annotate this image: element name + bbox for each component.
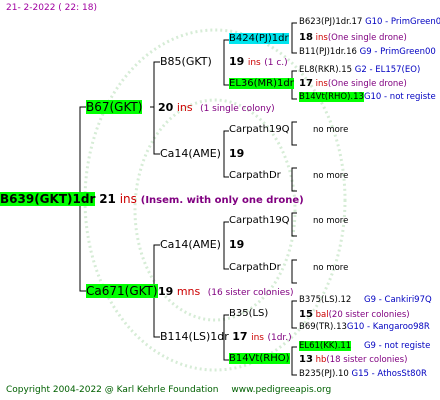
- gen2-num: 19: [229, 55, 245, 68]
- gen2-note: (1dr.): [267, 333, 292, 343]
- connector-gen3-8: [291, 346, 297, 376]
- connector-gen3-6: [291, 259, 297, 284]
- gen4-queen: EL61(KK).11: [299, 341, 352, 351]
- gen4-line2-4: B235(PJ).10 G15 - AthosSt80R: [299, 370, 427, 379]
- gen2-num-2: 19: [229, 147, 245, 160]
- gen3-queen-6: CarpathDr: [229, 262, 281, 273]
- gen4-note: (18 sister colonies): [326, 355, 408, 365]
- gen4-ref: G10 - PrimGreen00: [365, 17, 440, 27]
- gen4-line1-2: EL8(RKR).15 G2 - EL157(EO): [299, 66, 420, 75]
- gen1-unit: mns: [176, 285, 201, 298]
- gen4-queen: B11(PJ)1dr.16: [299, 47, 357, 57]
- gen4-line1-1: B623(PJ)1dr.17 G10 - PrimGreen00: [299, 18, 440, 27]
- gen4-line2-2: B14Vt(RHO).13G10 - not registe: [299, 92, 436, 102]
- gen1-info-1: 20 ins (1 single colony): [158, 102, 275, 114]
- gen2-info-1: 19 ins (1 c.): [229, 56, 288, 68]
- gen4-unit: ins: [315, 33, 328, 43]
- gen3-name: B14Vt(RHO): [229, 353, 290, 364]
- gen4-queen: B235(PJ).10: [299, 369, 349, 379]
- connector-gen3-3: [291, 121, 297, 146]
- gen4-ref: G15 - AthosSt80R: [351, 369, 427, 379]
- gen2-queen-3: Ca14(AME): [160, 238, 221, 251]
- gen1-queen-1: B67(GKT): [86, 100, 143, 114]
- gen4-info-4: 13 hb(18 sister colonies): [299, 355, 407, 365]
- gen3-more-3: no more: [313, 125, 349, 135]
- report-date: 21- 2-2022 ( 22: 18): [6, 3, 97, 13]
- gen4-line1-3: B375(LS).12 G9 - Cankiri97Q: [299, 296, 432, 305]
- gen4-line1-4: EL61(KK).11 G9 - not registe: [299, 341, 431, 351]
- gen4-num: 17: [299, 78, 313, 89]
- root-num: 21: [99, 192, 116, 206]
- gen4-ref: G9 - Cankiri97Q: [364, 295, 432, 305]
- gen4-queen: B14Vt(RHO).13: [299, 92, 364, 102]
- gen1-name: B67(GKT): [86, 100, 143, 114]
- gen1-num: 19: [158, 285, 174, 298]
- root-note: (Insem. with only one drone): [140, 195, 304, 206]
- gen2-queen-1: B85(GKT): [160, 55, 212, 68]
- gen4-line2-3: B69(TR).13G10 - Kangaroo98R: [299, 323, 430, 332]
- gen4-info-3: 15 bal(20 sister colonies): [299, 310, 410, 320]
- gen2-queen-4: B114(LS)1dr 17 ins (1dr.): [160, 331, 292, 343]
- gen3-queen-4: CarpathDr: [229, 170, 281, 181]
- gen2-note: (1 c.): [264, 58, 288, 68]
- connector-gen3-7: [291, 300, 297, 329]
- gen4-line2-1: B11(PJ)1dr.16 G9 - PrimGreen00: [299, 48, 436, 57]
- gen4-queen: B623(PJ)1dr.17: [299, 17, 363, 27]
- gen4-queen: EL8(RKR).15: [299, 65, 353, 75]
- gen4-note: (One single drone): [327, 79, 407, 89]
- gen3-queen-1: B424(PJ)1dr: [229, 33, 289, 44]
- connector-gen3-4: [291, 167, 297, 192]
- gen2-num-3: 19: [229, 238, 245, 251]
- pedigree-tree: 21- 2-2022 ( 22: 18) B639(GKT)1dr 21 ins…: [0, 0, 440, 400]
- gen4-info-1: 18 ins(One single drone): [299, 33, 407, 43]
- gen1-info-2: 19 mns (16 sister colonies): [158, 286, 293, 298]
- gen3-more-6: no more: [313, 263, 349, 273]
- gen2-unit: ins: [251, 333, 264, 343]
- gen3-queen-7: B35(LS): [229, 308, 269, 319]
- gen4-unit: bal: [315, 310, 329, 320]
- root-name: B639(GKT)1dr: [0, 192, 96, 206]
- gen1-num: 20: [158, 101, 174, 114]
- gen4-unit: hb: [315, 355, 327, 365]
- root-ins: ins: [119, 192, 137, 206]
- gen4-unit: ins: [315, 79, 328, 89]
- gen4-ref: G2 - EL157(EO): [354, 65, 421, 75]
- gen1-note: (1 single colony): [200, 104, 275, 114]
- gen3-more-5: no more: [313, 216, 349, 226]
- gen3-queen-3: Carpath19Q: [229, 124, 290, 135]
- gen4-num: 13: [299, 354, 313, 365]
- root-queen: B639(GKT)1dr 21 ins (Insem. with only on…: [0, 192, 304, 206]
- gen4-ref: G10 - not registe: [363, 92, 436, 102]
- gen2-queen-2: Ca14(AME): [160, 147, 221, 160]
- copyright-footer: Copyright 2004-2022 @ Karl Kehrle Founda…: [6, 386, 331, 395]
- copyright-text: Copyright 2004-2022 @ Karl Kehrle Founda…: [6, 385, 219, 395]
- gen4-note: (20 sister colonies): [328, 310, 410, 320]
- gen1-queen-2: Ca671(GKT): [86, 284, 158, 298]
- gen4-num: 15: [299, 309, 313, 320]
- gen3-queen-2: EL36(MR)1dr: [229, 78, 294, 89]
- gen2-unit: ins: [247, 58, 261, 68]
- gen1-note: (16 sister colonies): [207, 288, 294, 298]
- gen4-queen: B69(TR).13: [299, 322, 347, 332]
- gen3-queen-5: Carpath19Q: [229, 215, 290, 226]
- gen3-name: EL36(MR)1dr: [229, 78, 294, 89]
- gen3-more-4: no more: [313, 171, 349, 181]
- gen4-queen: B375(LS).12: [299, 295, 352, 305]
- gen4-ref: G9 - PrimGreen00: [359, 47, 436, 57]
- gen4-info-2: 17 ins(One single drone): [299, 79, 407, 89]
- gen4-ref: G10 - Kangaroo98R: [346, 322, 430, 332]
- gen4-note: (One single drone): [327, 33, 407, 43]
- gen2-num: 17: [232, 330, 248, 343]
- site-link[interactable]: www.pedigreeapis.org: [231, 385, 331, 395]
- gen3-queen-8: B14Vt(RHO): [229, 353, 290, 364]
- gen4-num: 18: [299, 32, 313, 43]
- gen1-name: Ca671(GKT): [86, 284, 158, 298]
- gen1-unit: ins: [176, 101, 193, 114]
- gen2-name: B114(LS)1dr: [160, 330, 229, 343]
- gen3-name: B424(PJ)1dr: [229, 33, 289, 44]
- gen4-ref: G9 - not registe: [363, 341, 431, 351]
- connector-gen3-1: [291, 22, 297, 54]
